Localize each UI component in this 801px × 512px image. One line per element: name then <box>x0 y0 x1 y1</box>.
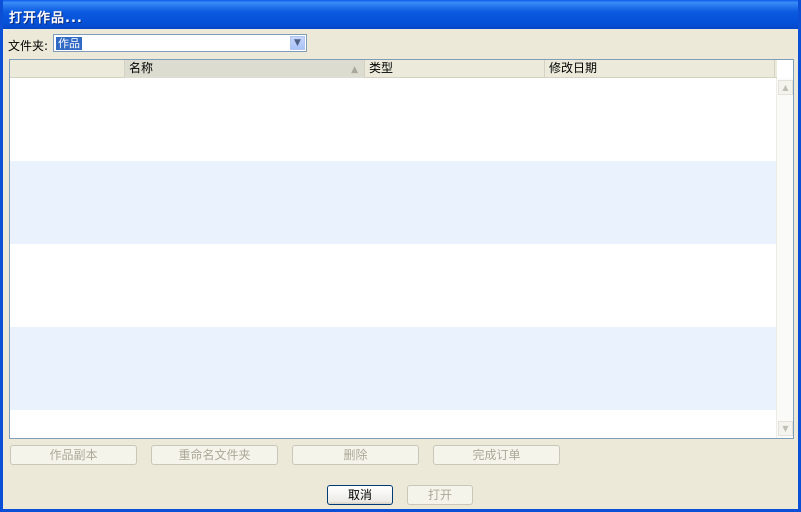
column-header-name-label: 名称 <box>129 61 154 75</box>
column-header-type[interactable]: 类型 <box>365 60 545 78</box>
list-header: 名称 ▲ 类型 修改日期 <box>10 60 777 78</box>
scroll-down-icon[interactable]: ▼ <box>778 421 793 436</box>
file-list[interactable]: 名称 ▲ 类型 修改日期 ▲ ▼ <box>9 59 794 439</box>
open-work-dialog: 打开作品... 文件夹: 作品 ▼ 名称 ▲ 类型 修改日期 ▲ ▼ 作品副本 … <box>0 0 801 512</box>
list-row-empty <box>10 244 777 327</box>
delete-button[interactable]: 删除 <box>292 445 419 465</box>
column-header-type-label: 类型 <box>369 61 394 75</box>
window-title: 打开作品... <box>9 11 83 26</box>
list-rows <box>10 78 777 438</box>
folder-dropdown[interactable]: 作品 ▼ <box>53 34 307 52</box>
list-row-empty <box>10 78 777 161</box>
column-header-modified[interactable]: 修改日期 <box>545 60 775 78</box>
column-header-modified-label: 修改日期 <box>549 61 598 75</box>
column-header-name[interactable]: 名称 ▲ <box>125 60 365 78</box>
sort-ascending-icon: ▲ <box>351 65 358 75</box>
scroll-up-icon[interactable]: ▲ <box>778 80 793 95</box>
copy-work-button[interactable]: 作品副本 <box>10 445 137 465</box>
list-row-empty <box>10 327 777 410</box>
folder-label: 文件夹: <box>8 39 49 53</box>
open-button[interactable]: 打开 <box>407 485 473 505</box>
cancel-button[interactable]: 取消 <box>327 485 393 505</box>
chevron-down-icon[interactable]: ▼ <box>290 36 305 50</box>
folder-selected-value: 作品 <box>56 37 82 50</box>
list-row-empty <box>10 410 777 438</box>
title-bar[interactable]: 打开作品... <box>3 0 798 29</box>
complete-order-button[interactable]: 完成订单 <box>433 445 560 465</box>
vertical-scrollbar[interactable]: ▲ ▼ <box>776 78 793 438</box>
list-row-empty <box>10 161 777 244</box>
rename-folder-button[interactable]: 重命名文件夹 <box>151 445 278 465</box>
column-header-icon[interactable] <box>10 60 125 78</box>
